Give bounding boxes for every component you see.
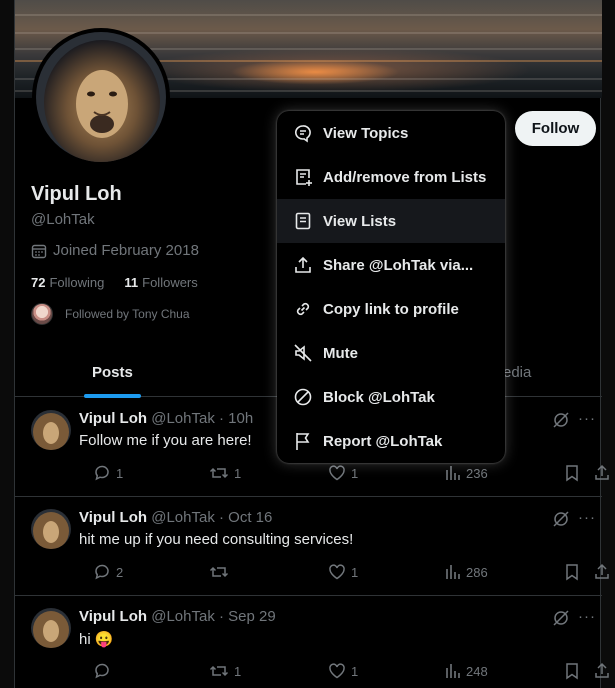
heart-icon <box>329 663 345 679</box>
post-text: hi 😛 <box>79 631 114 648</box>
post-header: Vipul Loh @LohTak · Sep 29 <box>79 608 276 625</box>
window-gutter-right <box>601 0 615 688</box>
bookmark-icon[interactable] <box>564 662 580 680</box>
reply-button[interactable]: 1 <box>93 464 123 482</box>
link-icon <box>296 302 310 316</box>
menu-item-report[interactable]: Report @LohTak <box>277 419 505 463</box>
profile-avatar[interactable] <box>32 28 170 166</box>
repost-icon <box>209 665 229 677</box>
menu-item-add-remove-lists[interactable]: Add/remove from Lists <box>277 155 505 199</box>
post-actions: 2 1 286 <box>79 563 609 583</box>
reply-button[interactable]: 2 <box>93 563 123 581</box>
more-icon[interactable]: ··· <box>578 410 596 427</box>
post-author[interactable]: Vipul Loh <box>79 608 147 625</box>
mute-icon <box>294 344 312 362</box>
flag-icon <box>296 433 310 450</box>
views-icon <box>446 466 460 480</box>
grok-icon[interactable] <box>552 411 570 429</box>
share-post-icon[interactable] <box>593 662 611 680</box>
views-icon <box>446 565 460 579</box>
post-item[interactable]: Vipul Loh @LohTak · Sep 29 hi 😛 ··· 1 1 … <box>15 596 609 688</box>
like-button[interactable]: 1 <box>328 464 358 482</box>
reply-button[interactable] <box>93 662 116 680</box>
tab-posts[interactable]: Posts <box>92 364 133 381</box>
follower-avatar <box>31 303 53 325</box>
reply-icon <box>95 663 109 679</box>
repost-button[interactable]: 1 <box>209 662 241 680</box>
post-header: Vipul Loh @LohTak · 10h <box>79 410 253 427</box>
grok-icon[interactable] <box>552 510 570 528</box>
views-button[interactable]: 248 <box>445 662 488 680</box>
post-avatar[interactable] <box>31 509 71 549</box>
post-author[interactable]: Vipul Loh <box>79 509 147 526</box>
block-icon <box>294 388 312 406</box>
joined-date: Joined February 2018 <box>31 242 199 259</box>
post-actions: 1 1 248 <box>79 662 609 682</box>
reply-icon <box>95 465 109 481</box>
more-icon[interactable]: ··· <box>578 608 596 625</box>
tab-media[interactable]: edia <box>503 364 531 381</box>
post-text: hit me up if you need consulting service… <box>79 531 354 548</box>
repost-icon <box>209 566 229 578</box>
heart-icon <box>329 465 345 481</box>
menu-item-share-via[interactable]: Share @LohTak via... <box>277 243 505 287</box>
heart-icon <box>329 564 345 580</box>
menu-item-block[interactable]: Block @LohTak <box>277 375 505 419</box>
followed-by[interactable]: Followed by Tony Chua <box>31 303 190 325</box>
following-link[interactable]: 72 Following <box>31 275 104 290</box>
share-post-icon[interactable] <box>593 563 611 581</box>
like-button[interactable]: 1 <box>328 662 358 680</box>
menu-item-view-topics[interactable]: View Topics <box>277 111 505 155</box>
followers-link[interactable]: 11 Followers <box>124 275 197 290</box>
repost-button[interactable] <box>209 563 234 581</box>
joined-text: Joined February 2018 <box>53 242 199 259</box>
follow-counts: 72 Following 11 Followers <box>31 275 198 290</box>
reply-icon <box>95 564 109 580</box>
post-avatar[interactable] <box>31 410 71 450</box>
post-header: Vipul Loh @LohTak · Oct 16 <box>79 509 272 526</box>
list-icon <box>295 212 311 230</box>
post-text: Follow me if you are here! <box>79 432 252 449</box>
profile-handle: @LohTak <box>31 211 95 228</box>
post-avatar[interactable] <box>31 608 71 648</box>
menu-item-view-lists[interactable]: View Lists <box>277 199 505 243</box>
share-icon <box>295 256 311 273</box>
calendar-icon <box>31 244 47 258</box>
profile-more-menu: View Topics Add/remove from Lists View L… <box>277 111 505 463</box>
bookmark-icon[interactable] <box>564 464 580 482</box>
post-author[interactable]: Vipul Loh <box>79 410 147 427</box>
repost-icon <box>209 467 229 479</box>
repost-button[interactable]: 1 <box>209 464 241 482</box>
views-button[interactable]: 286 <box>445 563 488 581</box>
bookmark-icon[interactable] <box>564 563 580 581</box>
like-button[interactable]: 1 <box>328 563 358 581</box>
post-meta: @LohTak · 10h <box>151 410 254 427</box>
views-icon <box>446 664 460 678</box>
profile-name: Vipul Loh <box>31 183 122 205</box>
more-icon[interactable]: ··· <box>578 509 596 526</box>
share-post-icon[interactable] <box>593 464 611 482</box>
grok-icon[interactable] <box>552 609 570 627</box>
post-item[interactable]: Vipul Loh @LohTak · Oct 16 hit me up if … <box>15 497 609 596</box>
lion-avatar-image <box>36 32 166 162</box>
post-actions: 1 1 1 236 <box>79 464 609 484</box>
post-meta: @LohTak · Oct 16 <box>151 509 273 526</box>
menu-item-mute[interactable]: Mute <box>277 331 505 375</box>
post-meta: @LohTak · Sep 29 <box>151 608 276 625</box>
follow-button[interactable]: Follow <box>515 111 596 146</box>
topics-icon <box>295 125 311 143</box>
list-add-icon <box>296 169 312 186</box>
followed-by-text: Followed by Tony Chua <box>65 307 190 321</box>
views-button[interactable]: 236 <box>445 464 488 482</box>
window-gutter-left <box>0 0 14 688</box>
menu-item-copy-link[interactable]: Copy link to profile <box>277 287 505 331</box>
